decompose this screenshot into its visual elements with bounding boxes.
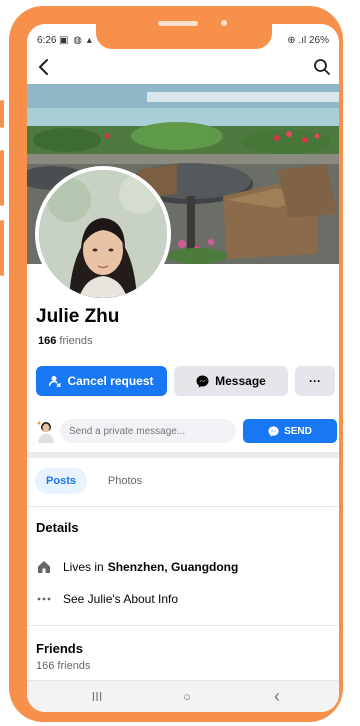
cancel-friend-icon bbox=[49, 376, 62, 387]
side-button bbox=[0, 150, 4, 206]
friends-heading: Friends bbox=[36, 641, 83, 656]
more-dots-icon bbox=[35, 591, 53, 607]
send-label: SEND bbox=[284, 425, 312, 437]
side-button bbox=[0, 220, 4, 276]
friend-count-number: 166 bbox=[38, 335, 57, 347]
camera-dot bbox=[221, 20, 227, 26]
home-button[interactable]: ○ bbox=[177, 688, 197, 704]
profile-tabs: Posts Photos bbox=[27, 464, 339, 500]
messenger-icon bbox=[196, 375, 209, 387]
search-icon[interactable] bbox=[313, 58, 331, 76]
status-battery: ⊕ .ıl 26% bbox=[287, 35, 329, 46]
separator bbox=[27, 625, 339, 626]
separator bbox=[27, 506, 339, 507]
send-button[interactable]: SEND bbox=[243, 419, 337, 443]
phone-notch bbox=[96, 11, 272, 49]
avatar-portrait bbox=[39, 170, 167, 298]
profile-avatar[interactable] bbox=[35, 166, 171, 302]
details-heading: Details bbox=[36, 520, 79, 535]
cancel-request-button[interactable]: Cancel request bbox=[36, 366, 167, 396]
lives-in-place: Shenzhen, Guangdong bbox=[107, 560, 239, 574]
lives-in-prefix: Lives in bbox=[63, 560, 104, 574]
more-dots-icon: ··· bbox=[309, 374, 321, 388]
more-options-button[interactable]: ··· bbox=[295, 366, 335, 396]
lives-in-row: Lives in Shenzhen, Guangdong bbox=[35, 558, 238, 576]
friends-section-count: 166 friends bbox=[36, 660, 91, 672]
user-avatar-small bbox=[37, 421, 54, 443]
back-button[interactable]: ‹ bbox=[267, 686, 287, 706]
friend-count-label: friends bbox=[59, 335, 93, 347]
profile-friend-count: 166 friends bbox=[38, 335, 92, 347]
about-info-link[interactable]: See Julie's About Info bbox=[63, 592, 178, 606]
tab-posts[interactable]: Posts bbox=[35, 468, 87, 494]
section-divider bbox=[27, 452, 339, 458]
back-arrow-icon[interactable] bbox=[35, 58, 53, 76]
status-notification-icons: ▣ ◍ ▴ bbox=[59, 35, 93, 46]
message-button[interactable]: Message bbox=[174, 366, 288, 396]
about-info-row[interactable]: See Julie's About Info bbox=[35, 590, 178, 608]
messenger-send-icon bbox=[268, 425, 279, 437]
tab-photos[interactable]: Photos bbox=[97, 468, 153, 494]
android-nav-bar: III ○ ‹ bbox=[27, 680, 339, 712]
recents-button[interactable]: III bbox=[87, 688, 107, 704]
private-message-row: SEND bbox=[27, 416, 339, 446]
status-time: 6:26 bbox=[37, 35, 57, 46]
private-message-input[interactable] bbox=[60, 419, 236, 443]
home-icon bbox=[35, 559, 53, 575]
profile-name: Julie Zhu bbox=[36, 306, 120, 327]
phone-screen: 6:26 ▣ ◍ ▴ ⊕ .ıl 26% Julie Zhu 166 frien… bbox=[27, 24, 339, 712]
top-bar bbox=[27, 52, 339, 82]
message-label: Message bbox=[215, 374, 266, 388]
speaker-grille bbox=[158, 21, 198, 26]
side-button bbox=[0, 100, 4, 128]
cancel-request-label: Cancel request bbox=[67, 374, 154, 388]
